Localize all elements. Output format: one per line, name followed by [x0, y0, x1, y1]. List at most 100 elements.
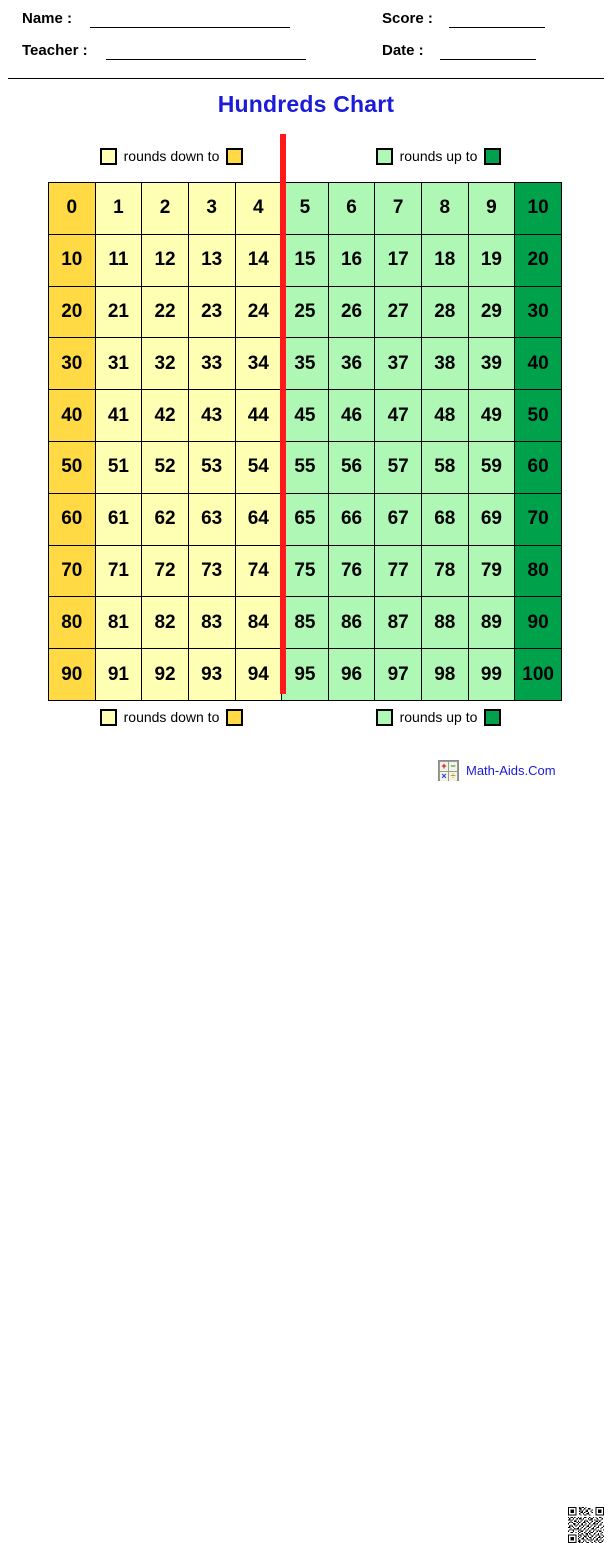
- chart-cell-11[interactable]: 11: [94, 233, 143, 287]
- chart-cell-75[interactable]: 75: [281, 544, 329, 598]
- chart-cell-80[interactable]: 80: [514, 544, 562, 598]
- chart-cell-66[interactable]: 66: [327, 492, 376, 546]
- chart-cell-12[interactable]: 12: [141, 233, 189, 287]
- chart-cell-97[interactable]: 97: [374, 648, 422, 701]
- chart-cell-71[interactable]: 71: [94, 544, 143, 598]
- chart-cell-20[interactable]: 20: [48, 285, 96, 339]
- chart-cell-36[interactable]: 36: [327, 337, 376, 391]
- chart-cell-73[interactable]: 73: [187, 544, 236, 598]
- chart-cell-30[interactable]: 30: [48, 337, 96, 391]
- chart-cell-33[interactable]: 33: [187, 337, 236, 391]
- chart-cell-55[interactable]: 55: [281, 440, 329, 494]
- chart-cell-46[interactable]: 46: [327, 389, 376, 442]
- chart-cell-39[interactable]: 39: [467, 337, 516, 391]
- chart-cell-22[interactable]: 22: [141, 285, 189, 339]
- chart-cell-58[interactable]: 58: [421, 440, 469, 494]
- chart-cell-90[interactable]: 90: [514, 596, 562, 650]
- chart-cell-43[interactable]: 43: [187, 389, 236, 442]
- chart-cell-57[interactable]: 57: [374, 440, 422, 494]
- chart-cell-30[interactable]: 30: [514, 285, 562, 339]
- brand-link[interactable]: + − × ÷ Math-Aids.Com: [438, 760, 556, 781]
- chart-cell-67[interactable]: 67: [374, 492, 422, 546]
- chart-cell-13[interactable]: 13: [187, 233, 236, 287]
- chart-cell-38[interactable]: 38: [421, 337, 469, 391]
- chart-cell-27[interactable]: 27: [374, 285, 422, 339]
- chart-cell-18[interactable]: 18: [421, 233, 469, 287]
- chart-cell-0[interactable]: 0: [48, 182, 96, 235]
- chart-cell-83[interactable]: 83: [187, 596, 236, 650]
- chart-cell-61[interactable]: 61: [94, 492, 143, 546]
- chart-cell-10[interactable]: 10: [48, 233, 96, 287]
- chart-cell-45[interactable]: 45: [281, 389, 329, 442]
- chart-cell-34[interactable]: 34: [234, 337, 283, 391]
- chart-cell-76[interactable]: 76: [327, 544, 376, 598]
- chart-cell-42[interactable]: 42: [141, 389, 189, 442]
- chart-cell-28[interactable]: 28: [421, 285, 469, 339]
- chart-cell-96[interactable]: 96: [327, 648, 376, 701]
- chart-cell-80[interactable]: 80: [48, 596, 96, 650]
- chart-cell-86[interactable]: 86: [327, 596, 376, 650]
- chart-cell-82[interactable]: 82: [141, 596, 189, 650]
- chart-cell-81[interactable]: 81: [94, 596, 143, 650]
- chart-cell-8[interactable]: 8: [421, 182, 469, 235]
- chart-cell-100[interactable]: 100: [514, 648, 562, 701]
- chart-cell-62[interactable]: 62: [141, 492, 189, 546]
- chart-cell-92[interactable]: 92: [141, 648, 189, 701]
- chart-cell-49[interactable]: 49: [467, 389, 516, 442]
- chart-cell-91[interactable]: 91: [94, 648, 143, 701]
- chart-cell-44[interactable]: 44: [234, 389, 283, 442]
- chart-cell-10[interactable]: 10: [514, 182, 562, 235]
- chart-cell-25[interactable]: 25: [281, 285, 329, 339]
- chart-cell-21[interactable]: 21: [94, 285, 143, 339]
- chart-cell-50[interactable]: 50: [48, 440, 96, 494]
- chart-cell-54[interactable]: 54: [234, 440, 283, 494]
- chart-cell-68[interactable]: 68: [421, 492, 469, 546]
- chart-cell-16[interactable]: 16: [327, 233, 376, 287]
- chart-cell-90[interactable]: 90: [48, 648, 96, 701]
- chart-cell-2[interactable]: 2: [141, 182, 189, 235]
- chart-cell-4[interactable]: 4: [234, 182, 283, 235]
- chart-cell-6[interactable]: 6: [327, 182, 376, 235]
- chart-cell-32[interactable]: 32: [141, 337, 189, 391]
- chart-cell-87[interactable]: 87: [374, 596, 422, 650]
- chart-cell-5[interactable]: 5: [281, 182, 329, 235]
- chart-cell-14[interactable]: 14: [234, 233, 283, 287]
- name-input-blank[interactable]: [90, 12, 291, 28]
- chart-cell-53[interactable]: 53: [187, 440, 236, 494]
- chart-cell-77[interactable]: 77: [374, 544, 422, 598]
- chart-cell-1[interactable]: 1: [94, 182, 143, 235]
- chart-cell-60[interactable]: 60: [514, 440, 562, 494]
- chart-cell-17[interactable]: 17: [374, 233, 422, 287]
- chart-cell-98[interactable]: 98: [421, 648, 469, 701]
- chart-cell-40[interactable]: 40: [514, 337, 562, 391]
- chart-cell-15[interactable]: 15: [281, 233, 329, 287]
- chart-cell-7[interactable]: 7: [374, 182, 422, 235]
- chart-cell-40[interactable]: 40: [48, 389, 96, 442]
- chart-cell-60[interactable]: 60: [48, 492, 96, 546]
- chart-cell-88[interactable]: 88: [421, 596, 469, 650]
- chart-cell-41[interactable]: 41: [94, 389, 143, 442]
- chart-cell-3[interactable]: 3: [187, 182, 236, 235]
- chart-cell-85[interactable]: 85: [281, 596, 329, 650]
- chart-cell-50[interactable]: 50: [514, 389, 562, 442]
- chart-cell-26[interactable]: 26: [327, 285, 376, 339]
- chart-cell-19[interactable]: 19: [467, 233, 516, 287]
- chart-cell-56[interactable]: 56: [327, 440, 376, 494]
- chart-cell-47[interactable]: 47: [374, 389, 422, 442]
- chart-cell-84[interactable]: 84: [234, 596, 283, 650]
- chart-cell-99[interactable]: 99: [467, 648, 516, 701]
- teacher-input-blank[interactable]: [105, 44, 306, 60]
- chart-cell-31[interactable]: 31: [94, 337, 143, 391]
- score-input-blank[interactable]: [448, 12, 545, 28]
- chart-cell-35[interactable]: 35: [281, 337, 329, 391]
- chart-cell-72[interactable]: 72: [141, 544, 189, 598]
- chart-cell-69[interactable]: 69: [467, 492, 516, 546]
- chart-cell-9[interactable]: 9: [467, 182, 516, 235]
- chart-cell-52[interactable]: 52: [141, 440, 189, 494]
- chart-cell-51[interactable]: 51: [94, 440, 143, 494]
- chart-cell-70[interactable]: 70: [514, 492, 562, 546]
- chart-cell-78[interactable]: 78: [421, 544, 469, 598]
- chart-cell-20[interactable]: 20: [514, 233, 562, 287]
- date-input-blank[interactable]: [439, 44, 536, 60]
- chart-cell-94[interactable]: 94: [234, 648, 283, 701]
